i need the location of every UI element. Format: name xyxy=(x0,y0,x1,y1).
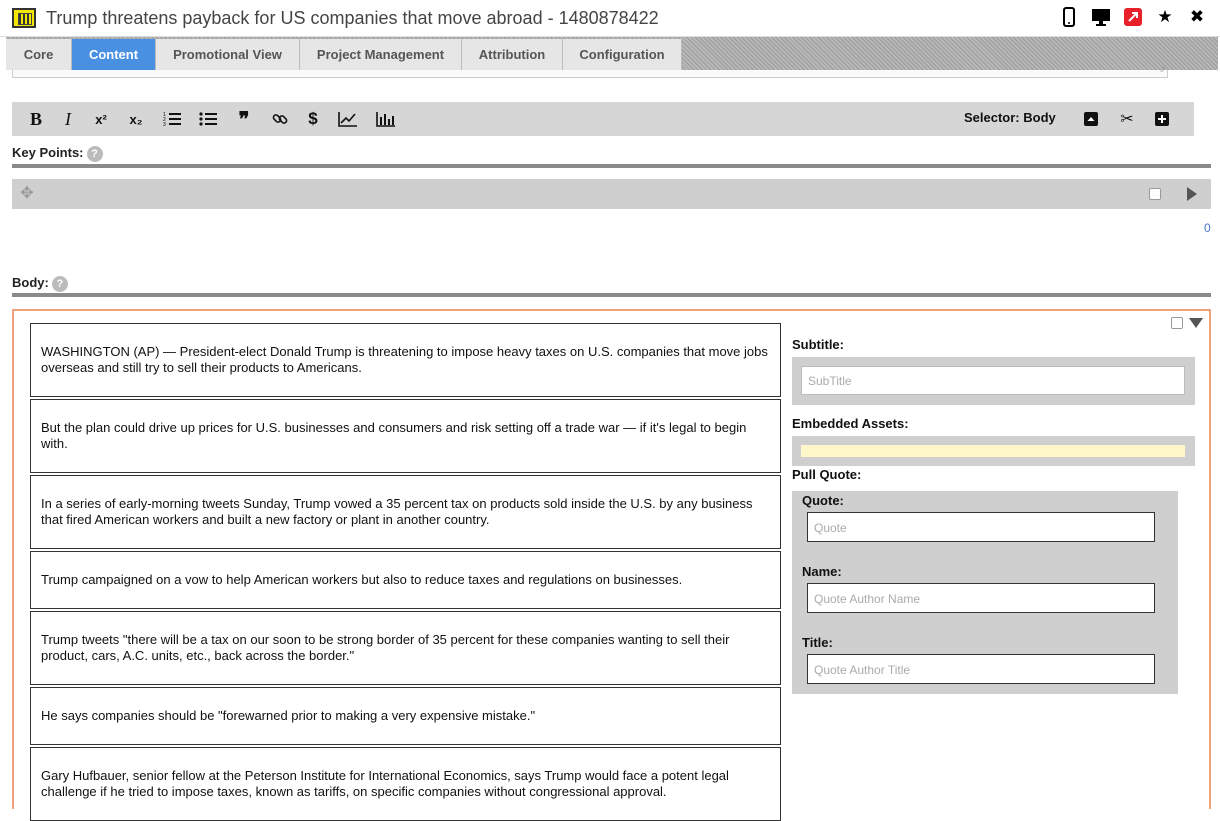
subscript-button[interactable]: x₂ xyxy=(125,107,147,131)
ordered-list-icon[interactable]: 123 xyxy=(162,107,182,131)
close-icon[interactable]: ✖ xyxy=(1186,6,1208,28)
play-icon[interactable] xyxy=(1187,187,1197,201)
tab-content[interactable]: Content xyxy=(72,39,156,70)
subtitle-container: SubTitle xyxy=(792,357,1195,405)
body-label: Body:? xyxy=(12,275,68,292)
key-point-checkbox[interactable] xyxy=(1149,188,1161,200)
window-actions: ★ ✖ xyxy=(1058,6,1208,28)
story-icon xyxy=(12,8,36,28)
window-title: Trump threatens payback for US companies… xyxy=(46,8,659,28)
tab-attribution[interactable]: Attribution xyxy=(462,39,563,70)
key-points-count: 0 xyxy=(1204,221,1211,235)
subtitle-label: Subtitle: xyxy=(792,337,844,352)
body-editor: WASHINGTON (AP) — President-elect Donald… xyxy=(12,309,1211,821)
key-points-label-text: Key Points: xyxy=(12,145,84,160)
body-checkbox[interactable] xyxy=(1171,317,1183,329)
dollar-button[interactable]: $ xyxy=(304,107,322,131)
body-paragraph[interactable]: But the plan could drive up prices for U… xyxy=(30,399,781,473)
desktop-icon[interactable] xyxy=(1090,6,1112,28)
tab-bar: Core Content Promotional View Project Ma… xyxy=(6,37,1218,70)
bar-chart-icon[interactable] xyxy=(375,107,397,131)
italic-button[interactable]: I xyxy=(58,107,78,131)
unordered-list-icon[interactable] xyxy=(198,107,218,131)
body-divider xyxy=(12,293,1211,297)
mobile-icon[interactable] xyxy=(1058,6,1080,28)
tab-promotional-view[interactable]: Promotional View xyxy=(156,39,300,70)
upload-icon[interactable] xyxy=(1082,107,1100,131)
title-label: Title: xyxy=(802,635,833,650)
window-titlebar: Trump threatens payback for US companies… xyxy=(0,0,1220,37)
bold-button[interactable]: B xyxy=(26,107,46,131)
key-points-label: Key Points:? xyxy=(12,145,103,162)
move-icon[interactable]: ✥ xyxy=(18,185,36,203)
selector-label: Selector: Body xyxy=(964,110,1056,125)
pull-quote-container: Quote: Quote Name: Quote Author Name Tit… xyxy=(792,491,1178,694)
body-paragraph[interactable]: WASHINGTON (AP) — President-elect Donald… xyxy=(30,323,781,397)
collapse-icon[interactable] xyxy=(1189,318,1203,328)
svg-text:3: 3 xyxy=(163,122,166,127)
key-points-divider xyxy=(12,164,1211,168)
quote-label: Quote: xyxy=(802,493,844,508)
tab-project-management[interactable]: Project Management xyxy=(300,39,462,70)
quote-author-title-input[interactable]: Quote Author Title xyxy=(807,654,1155,684)
help-icon[interactable]: ? xyxy=(86,145,103,162)
body-paragraph[interactable]: Gary Hufbauer, senior fellow at the Pete… xyxy=(30,747,781,821)
embedded-assets-container xyxy=(792,436,1195,466)
quote-author-name-input[interactable]: Quote Author Name xyxy=(807,583,1155,613)
add-icon[interactable] xyxy=(1153,107,1171,131)
name-label: Name: xyxy=(802,564,842,579)
quote-input[interactable]: Quote xyxy=(807,512,1155,542)
body-label-text: Body: xyxy=(12,275,49,290)
key-point-item: ✥ xyxy=(12,179,1211,209)
scissors-icon[interactable]: ✂ xyxy=(1117,107,1137,131)
body-paragraph[interactable]: Trump campaigned on a vow to help Americ… xyxy=(30,551,781,609)
body-paragraph[interactable]: In a series of early-morning tweets Sund… xyxy=(30,475,781,549)
superscript-button[interactable]: x² xyxy=(90,107,112,131)
tab-core[interactable]: Core xyxy=(6,39,72,70)
tab-configuration[interactable]: Configuration xyxy=(563,39,682,70)
link-icon[interactable] xyxy=(270,107,290,131)
embedded-assets-label: Embedded Assets: xyxy=(792,416,909,431)
body-paragraph[interactable]: He says companies should be "forewarned … xyxy=(30,687,781,745)
external-link-icon[interactable] xyxy=(1122,6,1144,28)
editor-toolbar: B I x² x₂ 123 ❞ $ Selector: Body ✂ xyxy=(12,102,1194,136)
help-icon[interactable]: ? xyxy=(51,275,68,292)
embedded-assets-dropzone[interactable] xyxy=(801,445,1185,457)
body-paragraph[interactable]: Trump tweets "there will be a tax on our… xyxy=(30,611,781,685)
star-icon[interactable]: ★ xyxy=(1154,6,1176,28)
pull-quote-label: Pull Quote: xyxy=(792,467,862,482)
resize-handle[interactable] xyxy=(12,64,1168,78)
blockquote-button[interactable]: ❞ xyxy=(234,107,254,131)
subtitle-input[interactable]: SubTitle xyxy=(801,366,1185,395)
line-chart-icon[interactable] xyxy=(337,107,359,131)
